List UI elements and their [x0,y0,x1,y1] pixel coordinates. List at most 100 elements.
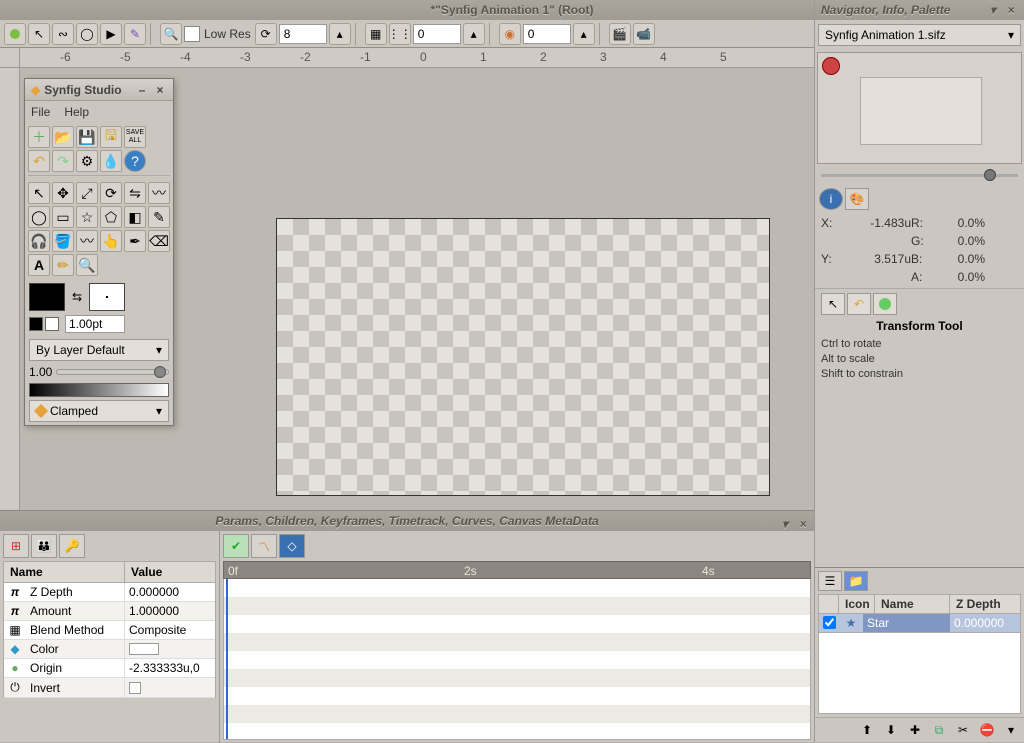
quality-input[interactable] [279,24,327,44]
save-icon[interactable]: 💾 [76,126,98,148]
drop-icon[interactable]: 💧 [100,150,122,172]
move-tool-icon[interactable]: ✥ [52,182,74,204]
layer-new-icon[interactable]: ✚ [905,721,925,739]
rect-tool-icon[interactable]: ▭ [52,206,74,228]
layer-menu-icon[interactable]: ▾ [1001,721,1021,739]
time-ruler[interactable]: 0f 2s 4s [223,561,811,579]
panel-menu-icon[interactable]: ▾ [778,514,792,528]
scale-tool-icon[interactable]: ⤢ [76,182,98,204]
rotate-tool-icon[interactable]: ⟳ [100,182,122,204]
info-tab-icon[interactable]: i [819,188,843,210]
param-row[interactable]: ◆Color [4,640,215,659]
star-tool-icon[interactable]: ☆ [76,206,98,228]
timetrack-tab-icon[interactable]: ✔ [223,534,249,558]
blend-mode-dropdown[interactable]: By Layer Default ▾ [29,339,169,361]
redo-icon[interactable]: ↷ [52,150,74,172]
layer-name[interactable]: Star [863,614,950,632]
onion-icon[interactable]: ◉ [499,23,521,45]
layer-row[interactable]: ★ Star 0.000000 [818,614,1021,633]
stepper2-icon[interactable]: ▴ [463,23,485,45]
grid-icon[interactable]: ▦ [365,23,387,45]
render-icon[interactable]: 🎬 [609,23,631,45]
gradient-tool-icon[interactable]: ◧ [124,206,146,228]
gradient-preview[interactable] [29,383,169,397]
layer-up-icon[interactable]: ⬆ [857,721,877,739]
circle-outline-icon[interactable]: ◯ [76,23,98,45]
background-color[interactable] [89,283,125,311]
param-row[interactable]: πAmount1.000000 [4,602,215,621]
new-file-icon[interactable]: ＋ [28,126,50,148]
zoom-tool-icon[interactable]: 🔍 [76,254,98,276]
layer-down-icon[interactable]: ⬇ [881,721,901,739]
frame-input-2[interactable] [523,24,571,44]
bone-tool-icon[interactable]: 🎧 [28,230,50,252]
nodes-icon[interactable]: ∾ [52,23,74,45]
stroke-width-input[interactable] [65,315,125,333]
pen-tool-icon[interactable]: ✒ [124,230,146,252]
pencil-tool-icon[interactable]: ✏ [52,254,74,276]
undo2-icon[interactable]: ↶ [847,293,871,315]
keyframes-tab-icon[interactable]: 🔑 [59,534,85,558]
zoom-in-icon[interactable]: 🔍 [160,23,182,45]
mini-bg-swatch[interactable] [45,317,59,331]
eraser-tool-icon[interactable]: ⌫ [148,230,170,252]
pointer-icon[interactable]: ↖ [28,23,50,45]
panel-menu-icon[interactable]: ▾ [986,3,1000,17]
navigator-preview[interactable] [817,52,1022,164]
mirror-tool-icon[interactable]: ⇋ [124,182,146,204]
param-row[interactable]: ▦Blend MethodComposite [4,621,215,640]
time-cursor[interactable] [226,579,228,739]
curves-tab-icon[interactable]: 〽 [251,534,277,558]
opacity-slider[interactable] [56,369,169,375]
params-tab-icon[interactable]: ⊞ [3,534,29,558]
polygon-tool-icon[interactable]: ⬠ [100,206,122,228]
minimize-icon[interactable]: – [135,83,149,97]
bucket-icon[interactable]: ✎ [124,23,146,45]
circle-tool-icon[interactable]: ◯ [28,206,50,228]
close-icon[interactable]: × [153,83,167,97]
panel-close-icon[interactable]: × [796,514,810,528]
camera-icon[interactable]: 📹 [633,23,655,45]
save-all-button[interactable]: SAVE ALL [124,126,146,148]
folder-tab-icon[interactable]: 📁 [844,571,868,591]
pointer2-icon[interactable]: ↖ [821,293,845,315]
stepper3-icon[interactable]: ▴ [573,23,595,45]
layer-cut-icon[interactable]: ✂ [953,721,973,739]
timeline-tracks[interactable] [223,579,811,740]
select-icon[interactable]: ▶ [100,23,122,45]
clamp-dropdown[interactable]: Clamped ▾ [29,400,169,422]
save-as-icon[interactable]: 🖫 [100,126,122,148]
navigator-panel-title[interactable]: Navigator, Info, Palette ▾ × [815,0,1024,20]
record-icon[interactable] [4,23,26,45]
open-file-icon[interactable]: 📂 [52,126,74,148]
refresh-icon[interactable]: ⟳ [255,23,277,45]
bottom-panel-title[interactable]: Params, Children, Keyframes, Timetrack, … [0,511,814,531]
param-row[interactable]: ●Origin-2.333333u,0 [4,659,215,678]
eyedrop-tool-icon[interactable]: 👆 [100,230,122,252]
fill-tool-icon[interactable]: 🪣 [52,230,74,252]
settings-icon[interactable]: ⚙ [76,150,98,172]
layer-group-icon[interactable]: ⧉ [929,721,949,739]
invert-checkbox[interactable] [129,682,141,694]
layers-body[interactable] [818,633,1021,715]
transform-tool-icon[interactable]: ↖ [28,182,50,204]
menu-help[interactable]: Help [64,105,89,119]
menu-file[interactable]: File [31,105,50,119]
frame-input-1[interactable] [413,24,461,44]
color-swatch[interactable] [129,643,159,655]
layer-visible-checkbox[interactable] [823,616,836,629]
document-tab[interactable]: Synfig Animation 1.sifz ▾ [818,24,1021,46]
param-row[interactable]: ⏻Invert [4,678,215,698]
swap-colors-icon[interactable]: ⇆ [69,290,85,304]
text-tool-icon[interactable]: A [28,254,50,276]
param-row[interactable]: πZ Depth0.000000 [4,583,215,602]
foreground-color[interactable] [29,283,65,311]
children-tab-icon[interactable]: 👪 [31,534,57,558]
toolbox-titlebar[interactable]: ◆ Synfig Studio – × [25,79,173,101]
help-icon[interactable]: ? [124,150,146,172]
smooth-tool-icon[interactable]: 〰 [148,182,170,204]
panel-close-icon[interactable]: × [1004,3,1018,17]
undo-icon[interactable]: ↶ [28,150,50,172]
stepper-up-icon[interactable]: ▴ [329,23,351,45]
snap-icon[interactable]: ⋮⋮ [389,23,411,45]
